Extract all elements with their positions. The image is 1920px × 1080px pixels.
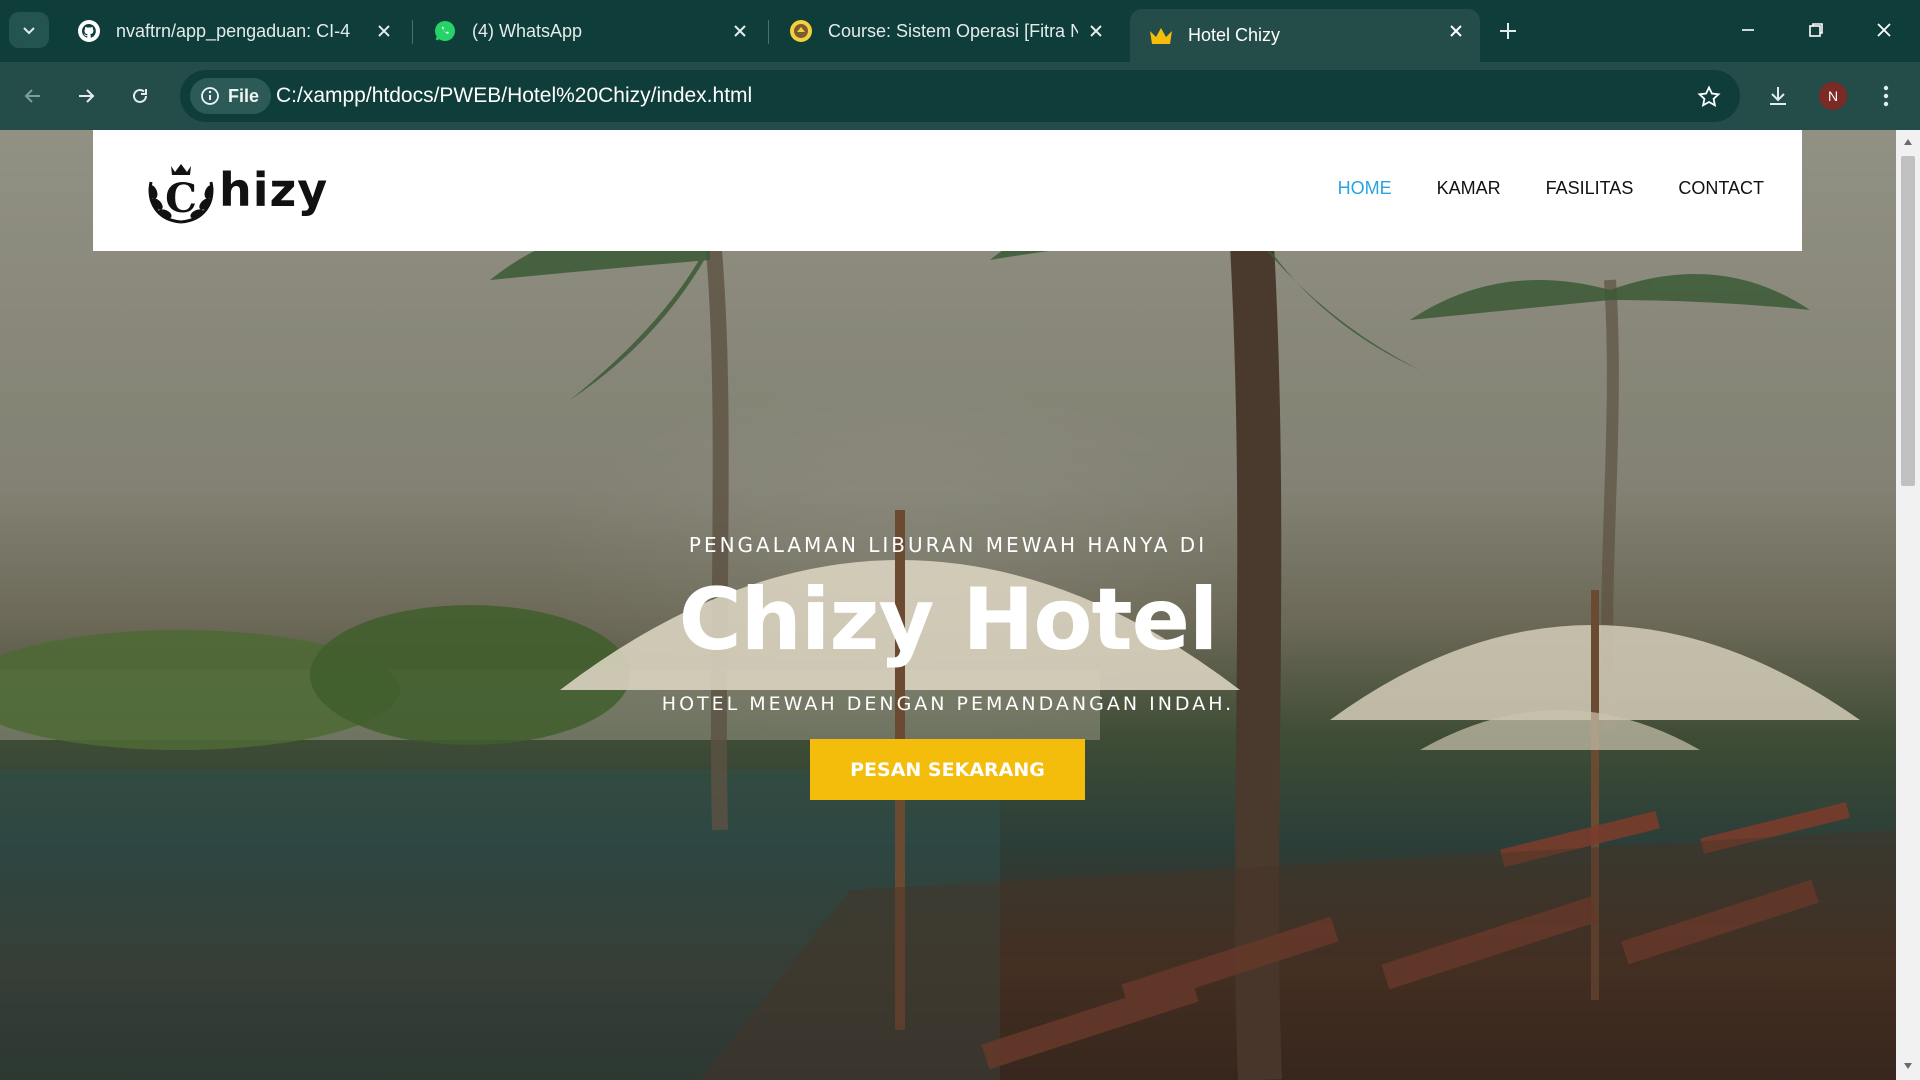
minimize-button[interactable] — [1728, 12, 1768, 48]
hero-subtitle: HOTEL MEWAH DENGAN PEMANDANGAN INDAH. — [661, 693, 1235, 715]
logo-text: hizy — [219, 163, 329, 217]
logo-letter: C — [165, 175, 197, 222]
close-window-button[interactable] — [1864, 12, 1904, 48]
tab-separator — [768, 20, 769, 44]
tab-title: Course: Sistem Operasi [Fitra N — [828, 20, 1078, 41]
tab-github[interactable]: nvaftrn/app_pengaduan: CI-4 — [58, 9, 408, 53]
tab-title: Hotel Chizy — [1188, 25, 1281, 45]
info-icon — [201, 87, 219, 105]
close-tab-icon[interactable] — [1086, 21, 1106, 41]
more-vertical-icon — [1883, 85, 1889, 107]
tab-title: nvaftrn/app_pengaduan: CI-4 — [116, 20, 351, 41]
new-tab-button[interactable] — [1492, 15, 1524, 47]
crown-icon — [1148, 23, 1174, 49]
arrow-right-icon — [79, 89, 95, 103]
browser-toolbar: File C:/xampp/htdocs/PWEB/Hotel%20Chizy/… — [0, 62, 1920, 130]
back-button[interactable] — [13, 76, 53, 116]
university-icon — [788, 18, 814, 44]
restore-icon — [1809, 23, 1823, 37]
chevron-down-icon — [23, 27, 35, 35]
reload-icon — [133, 88, 147, 103]
book-now-button[interactable]: PESAN SEKARANG — [810, 739, 1085, 800]
reload-button[interactable] — [120, 76, 160, 116]
hero-kicker: PENGALAMAN LIBURAN MEWAH HANYA DI — [688, 533, 1208, 557]
forward-button[interactable] — [66, 76, 106, 116]
scroll-down-arrow-icon[interactable] — [1902, 1060, 1914, 1072]
tab-hotel-chizy[interactable]: Hotel Chizy — [1130, 9, 1480, 62]
tab-search-button[interactable] — [9, 12, 49, 48]
github-icon — [76, 18, 102, 44]
site-info-chip[interactable]: File — [190, 78, 272, 114]
tab-title: (4) WhatsApp — [472, 20, 583, 41]
plus-icon — [1500, 23, 1516, 39]
nav-fasilitas[interactable]: FASILITAS — [1546, 178, 1634, 199]
downloads-button[interactable] — [1758, 76, 1798, 116]
profile-button[interactable]: N — [1813, 76, 1853, 116]
tab-course[interactable]: Course: Sistem Operasi [Fitra N — [770, 9, 1120, 53]
site-navbar: C hizy HOME KAMAR FASILITAS CONTACT — [93, 130, 1802, 251]
site-nav-menu: HOME KAMAR FASILITAS CONTACT — [1338, 178, 1764, 199]
address-bar[interactable]: File C:/xampp/htdocs/PWEB/Hotel%20Chizy/… — [180, 70, 1740, 122]
nav-contact[interactable]: CONTACT — [1678, 178, 1764, 199]
scrollbar-thumb[interactable] — [1901, 156, 1915, 486]
nav-kamar[interactable]: KAMAR — [1437, 178, 1501, 199]
url-text[interactable]: C:/xampp/htdocs/PWEB/Hotel%20Chizy/index… — [276, 84, 752, 108]
scroll-up-arrow-icon[interactable] — [1902, 136, 1914, 148]
browser-menu-button[interactable] — [1866, 76, 1906, 116]
whatsapp-icon — [432, 18, 458, 44]
bookmark-star-icon[interactable] — [1694, 82, 1724, 112]
nav-home[interactable]: HOME — [1338, 178, 1392, 199]
restore-button[interactable] — [1796, 12, 1836, 48]
close-tab-icon[interactable] — [730, 21, 750, 41]
site-logo[interactable]: C hizy — [143, 148, 328, 232]
close-icon — [1877, 23, 1891, 37]
tab-strip: nvaftrn/app_pengaduan: CI-4 (4) WhatsApp… — [0, 0, 1920, 62]
hero-title: Chizy Hotel — [678, 570, 1219, 670]
download-icon — [1770, 87, 1786, 105]
tab-separator — [412, 20, 413, 44]
tab-whatsapp[interactable]: (4) WhatsApp — [414, 9, 764, 53]
close-tab-icon[interactable] — [1446, 21, 1466, 41]
minimize-icon — [1742, 29, 1754, 31]
avatar: N — [1819, 82, 1847, 110]
arrow-left-icon — [24, 89, 40, 103]
site-info-label: File — [228, 85, 260, 106]
page-scrollbar[interactable] — [1896, 130, 1920, 1080]
laurel-crown-logo-icon: C — [148, 164, 214, 224]
close-tab-icon[interactable] — [374, 21, 394, 41]
page-viewport: C hizy HOME KAMAR FASILITAS CONTACT PENG… — [0, 130, 1896, 1080]
